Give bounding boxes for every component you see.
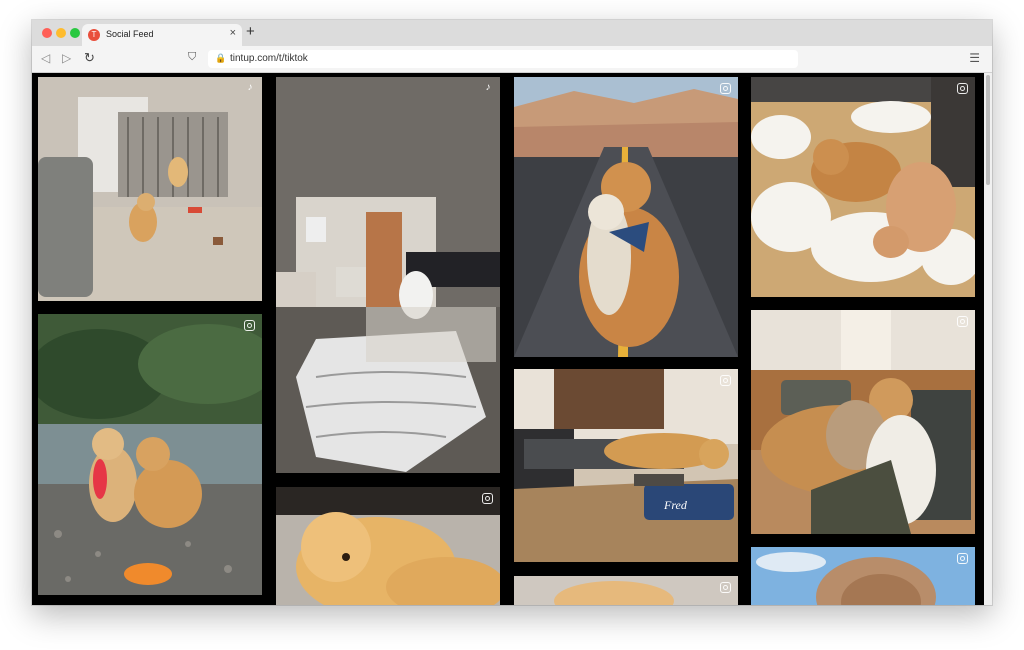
instagram-icon: [957, 553, 968, 564]
tab-title: Social Feed: [106, 29, 154, 39]
tiktok-icon: ♪: [485, 82, 491, 93]
instagram-icon: [957, 316, 968, 327]
feed-tile-3[interactable]: ♪: [276, 77, 500, 473]
tiktok-icon: ♪: [247, 82, 253, 93]
bookmark-icon[interactable]: ⛉: [188, 51, 196, 64]
feed-tile-5[interactable]: [514, 77, 738, 357]
page-scrollbar[interactable]: [984, 73, 992, 605]
feed-tile-10[interactable]: [751, 547, 975, 605]
tab-bar: T Social Feed × +: [32, 20, 992, 46]
lock-icon: 🔒: [215, 53, 227, 63]
back-button[interactable]: ◁: [41, 51, 50, 65]
instagram-icon: [244, 320, 255, 331]
instagram-icon: [720, 582, 731, 593]
maximize-window-button[interactable]: [70, 28, 80, 38]
tab-social-feed[interactable]: T Social Feed ×: [82, 24, 242, 46]
close-tab-icon[interactable]: ×: [230, 27, 236, 39]
scrollbar-thumb[interactable]: [986, 75, 990, 185]
instagram-icon: [720, 375, 731, 386]
browser-window: T Social Feed × + ◁ ▷ ↻ ⛉ 🔒 tintup.com/t…: [32, 20, 992, 605]
social-feed-grid: ♪ ♪ Fred: [32, 73, 992, 605]
url-text: tintup.com/t/tiktok: [230, 53, 308, 64]
feed-tile-7[interactable]: [514, 576, 738, 605]
close-window-button[interactable]: [42, 28, 52, 38]
feed-tile-4[interactable]: [276, 487, 500, 605]
new-tab-button[interactable]: +: [246, 23, 255, 40]
feed-tile-2[interactable]: [38, 314, 262, 595]
instagram-icon: [957, 83, 968, 94]
favicon-icon: T: [88, 29, 100, 41]
browser-toolbar: ◁ ▷ ↻ ⛉ 🔒 tintup.com/t/tiktok ☰: [32, 46, 992, 73]
menu-icon[interactable]: ☰: [969, 51, 980, 65]
address-bar[interactable]: 🔒 tintup.com/t/tiktok: [208, 50, 798, 68]
bowl-name-text: Fred: [663, 498, 688, 512]
forward-button[interactable]: ▷: [62, 51, 71, 65]
feed-tile-1[interactable]: ♪: [38, 77, 262, 301]
minimize-window-button[interactable]: [56, 28, 66, 38]
instagram-icon: [720, 83, 731, 94]
feed-tile-6[interactable]: Fred: [514, 369, 738, 562]
reload-button[interactable]: ↻: [84, 50, 95, 66]
instagram-icon: [482, 493, 493, 504]
feed-tile-8[interactable]: [751, 77, 975, 297]
feed-tile-9[interactable]: [751, 310, 975, 534]
